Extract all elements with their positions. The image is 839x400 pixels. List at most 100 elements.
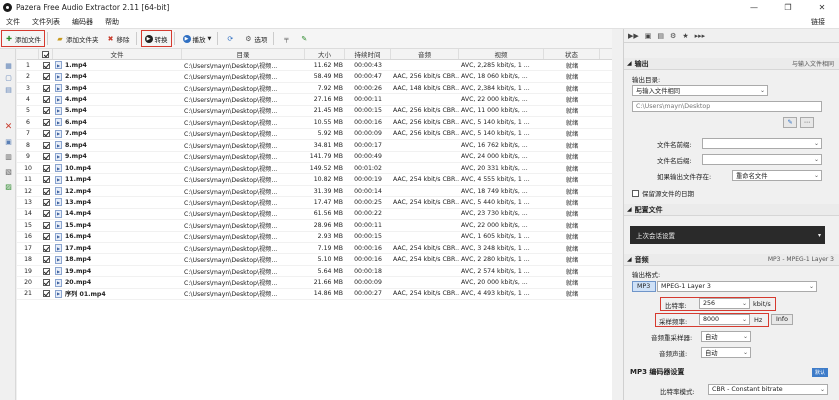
output-section-header[interactable]: ◢ 输出 与输入文件相同 [624,58,839,70]
row-checkbox[interactable] [39,129,53,139]
options-button[interactable]: ⚙ 选项 [241,31,270,46]
audio-section-header[interactable]: ◢ 音频 MP3 - MPEG-1 Layer 3 [624,254,839,266]
row-checkbox-box[interactable] [42,141,50,149]
pin-button[interactable]: ✎ [297,31,313,46]
select-none-icon[interactable]: ▢ [4,73,13,82]
row-checkbox-box[interactable] [42,290,50,298]
table-row[interactable]: 16 ▶ 16.mp4 C:\Users\mayn\Desktop\视频... 2.93… [17,232,612,243]
col-size[interactable]: 大小 [305,49,345,59]
move-up-icon[interactable]: ▥ [4,152,13,161]
table-row[interactable]: 17 ▶ 17.mp4 C:\Users\mayn\Desktop\视频... 7.19… [17,243,612,255]
row-checkbox[interactable] [39,174,53,184]
row-checkbox[interactable] [39,209,53,219]
convert-button[interactable]: ▶ 转换 [140,30,172,47]
row-checkbox[interactable] [39,197,53,207]
row-checkbox-box[interactable] [42,153,50,161]
table-row[interactable]: 19 ▶ 19.mp4 C:\Users\mayn\Desktop\视频... 5.64… [17,266,612,278]
tab-favorite-icon[interactable]: ★ [682,32,688,40]
menu-links[interactable]: 链接 [811,17,825,27]
keep-date-option[interactable]: 保留源文件的日期 [632,188,694,198]
play-button[interactable]: ▶ 播放 ▼ [180,31,215,46]
add-files-button[interactable]: ✚ 添加文件 [1,30,45,47]
info-icon[interactable]: ▨ [4,182,13,191]
row-checkbox-box[interactable] [42,118,50,126]
menu-file[interactable]: 文件 [0,17,26,27]
invert-icon[interactable]: ▤ [4,85,13,94]
table-row[interactable]: 7 ▶ 7.mp4 C:\Users\mayn\Desktop\视频... 5.92 M… [17,129,612,141]
select-all-icon[interactable]: ▦ [4,61,13,70]
row-checkbox[interactable] [39,289,53,299]
row-checkbox-box[interactable] [42,233,50,241]
file-exists-select[interactable]: 重命名文件 ⌄ [732,170,822,181]
menu-file-list[interactable]: 文件列表 [26,17,66,27]
keep-date-checkbox[interactable] [632,189,639,197]
row-checkbox[interactable] [39,254,53,264]
add-folder-button[interactable]: ▰ 添加文件夹 [53,31,102,46]
prefix-input[interactable]: ⌄ [702,138,822,149]
suffix-input[interactable]: ⌄ [702,154,822,165]
table-row[interactable]: 18 ▶ 18.mp4 C:\Users\mayn\Desktop\视频... 5.10… [17,254,612,266]
bitrate-mode-select[interactable]: CBR - Constant bitrate ⌄ [708,384,828,395]
tab-settings-icon[interactable]: ⚙ [670,32,676,40]
row-checkbox-box[interactable] [42,267,50,275]
row-checkbox[interactable] [39,243,53,253]
output-path-input[interactable]: C:\Users\mayn\Desktop [632,101,822,112]
row-checkbox[interactable] [39,106,53,116]
row-checkbox-box[interactable] [42,130,50,138]
row-checkbox[interactable] [39,83,53,93]
encoder-section-header[interactable]: MP3 编码器设置 [630,366,832,377]
table-row[interactable]: 6 ▶ 6.mp4 C:\Users\mayn\Desktop\视频... 10.55 … [17,117,612,129]
edit-path-button[interactable]: ✎ [783,117,797,128]
delete-icon[interactable]: ✕ [4,122,13,132]
tab-file-icon[interactable]: ▣ [645,32,652,40]
col-directory[interactable]: 目录 [182,49,305,59]
move-down-icon[interactable]: ▧ [4,167,13,176]
col-video[interactable]: 视频 [459,49,544,59]
row-checkbox[interactable] [39,220,53,230]
tools-button[interactable]: ╤ [279,31,295,46]
row-checkbox[interactable] [39,186,53,196]
row-checkbox[interactable] [39,60,53,70]
row-checkbox-box[interactable] [42,61,50,69]
tab-audio-icon[interactable]: ▤ [657,32,664,40]
row-checkbox[interactable] [39,140,53,150]
table-row[interactable]: 13 ▶ 13.mp4 C:\Users\mayn\Desktop\视频... 17.4… [17,197,612,209]
bitrate-select[interactable]: 256 ⌄ [699,298,750,309]
info-button[interactable]: Info [771,314,793,325]
col-file[interactable]: 文件 [53,49,182,59]
row-checkbox-box[interactable] [42,244,50,252]
table-row[interactable]: 5 ▶ 5.mp4 C:\Users\mayn\Desktop\视频... 21.45 … [17,106,612,118]
tab-output-icon[interactable]: ▶▶ [628,32,639,40]
maximize-button[interactable]: ❐ [771,0,805,15]
row-checkbox[interactable] [39,71,53,81]
table-row[interactable]: 2 ▶ 2.mp4 C:\Users\mayn\Desktop\视频... 58.49 … [17,71,612,83]
chevron-down-icon[interactable]: ▼ [208,36,212,42]
row-checkbox-box[interactable] [42,279,50,287]
col-check[interactable] [39,49,53,59]
row-checkbox[interactable] [39,94,53,104]
table-row[interactable]: 4 ▶ 4.mp4 C:\Users\mayn\Desktop\视频... 27.16 … [17,94,612,106]
default-button[interactable]: 默认 [812,368,828,377]
row-checkbox[interactable] [39,117,53,127]
table-row[interactable]: 11 ▶ 11.mp4 C:\Users\mayn\Desktop\视频... 10.8… [17,174,612,186]
row-checkbox[interactable] [39,232,53,242]
row-checkbox-box[interactable] [42,256,50,264]
resampler-select[interactable]: 自动 ⌄ [701,331,751,342]
row-checkbox-box[interactable] [42,73,50,81]
row-checkbox-box[interactable] [42,176,50,184]
row-checkbox[interactable] [39,277,53,287]
col-status[interactable]: 状态 [544,49,600,59]
menu-help[interactable]: 帮助 [99,17,125,27]
profile-select[interactable]: 上次会话设置 ▾ [630,226,825,244]
close-button[interactable]: ✕ [805,0,839,15]
table-row[interactable]: 14 ▶ 14.mp4 C:\Users\mayn\Desktop\视频... 61.5… [17,209,612,221]
table-row[interactable]: 15 ▶ 15.mp4 C:\Users\mayn\Desktop\视频... 28.9… [17,220,612,232]
channels-select[interactable]: 自动 ⌄ [701,347,751,358]
table-row[interactable]: 12 ▶ 12.mp4 C:\Users\mayn\Desktop\视频... 31.3… [17,186,612,198]
clear-icon[interactable]: ▣ [4,137,13,146]
table-row[interactable]: 9 ▶ 9.mp4 C:\Users\mayn\Desktop\视频... 141.79… [17,152,612,163]
row-checkbox-box[interactable] [42,164,50,172]
refresh-button[interactable]: ⟳ [223,31,239,46]
row-checkbox-box[interactable] [42,84,50,92]
row-checkbox-box[interactable] [42,107,50,115]
